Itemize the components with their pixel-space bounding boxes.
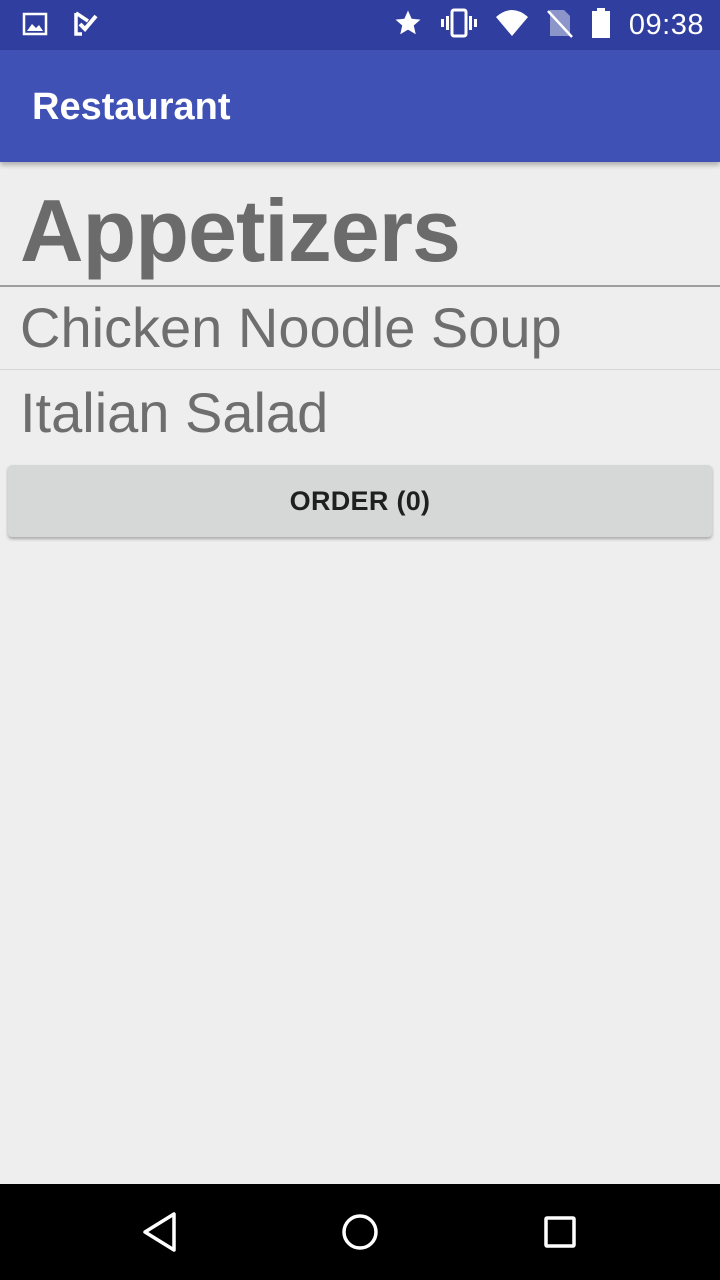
category-title: Appetizers [20,181,461,280]
recent-apps-icon[interactable] [536,1208,584,1256]
order-button[interactable]: ORDER (0) [8,465,712,537]
clock: 09:38 [628,8,704,41]
menu-item-label: Italian Salad [20,381,329,444]
image-icon [22,11,48,42]
category-header: Appetizers [0,162,720,287]
menu-item-italian-salad[interactable]: Italian Salad [0,370,720,456]
app-title: Restaurant [32,86,231,128]
back-icon[interactable] [136,1208,184,1256]
order-button-label: ORDER (0) [289,485,431,516]
menu-content: Appetizers Chicken Noodle Soup Italian S… [0,162,720,1184]
star-icon [393,8,423,43]
menu-item-chicken-noodle-soup[interactable]: Chicken Noodle Soup [0,287,720,370]
app-bar: Restaurant [0,50,720,162]
wifi-icon [495,9,529,42]
status-bar: 09:38 [0,0,720,50]
task-check-icon [72,10,100,43]
vibrate-icon [440,8,477,43]
menu-item-label: Chicken Noodle Soup [20,296,562,359]
home-icon[interactable] [336,1208,384,1256]
battery-icon [591,7,611,43]
no-sim-icon [547,8,573,43]
navigation-bar [0,1184,720,1280]
